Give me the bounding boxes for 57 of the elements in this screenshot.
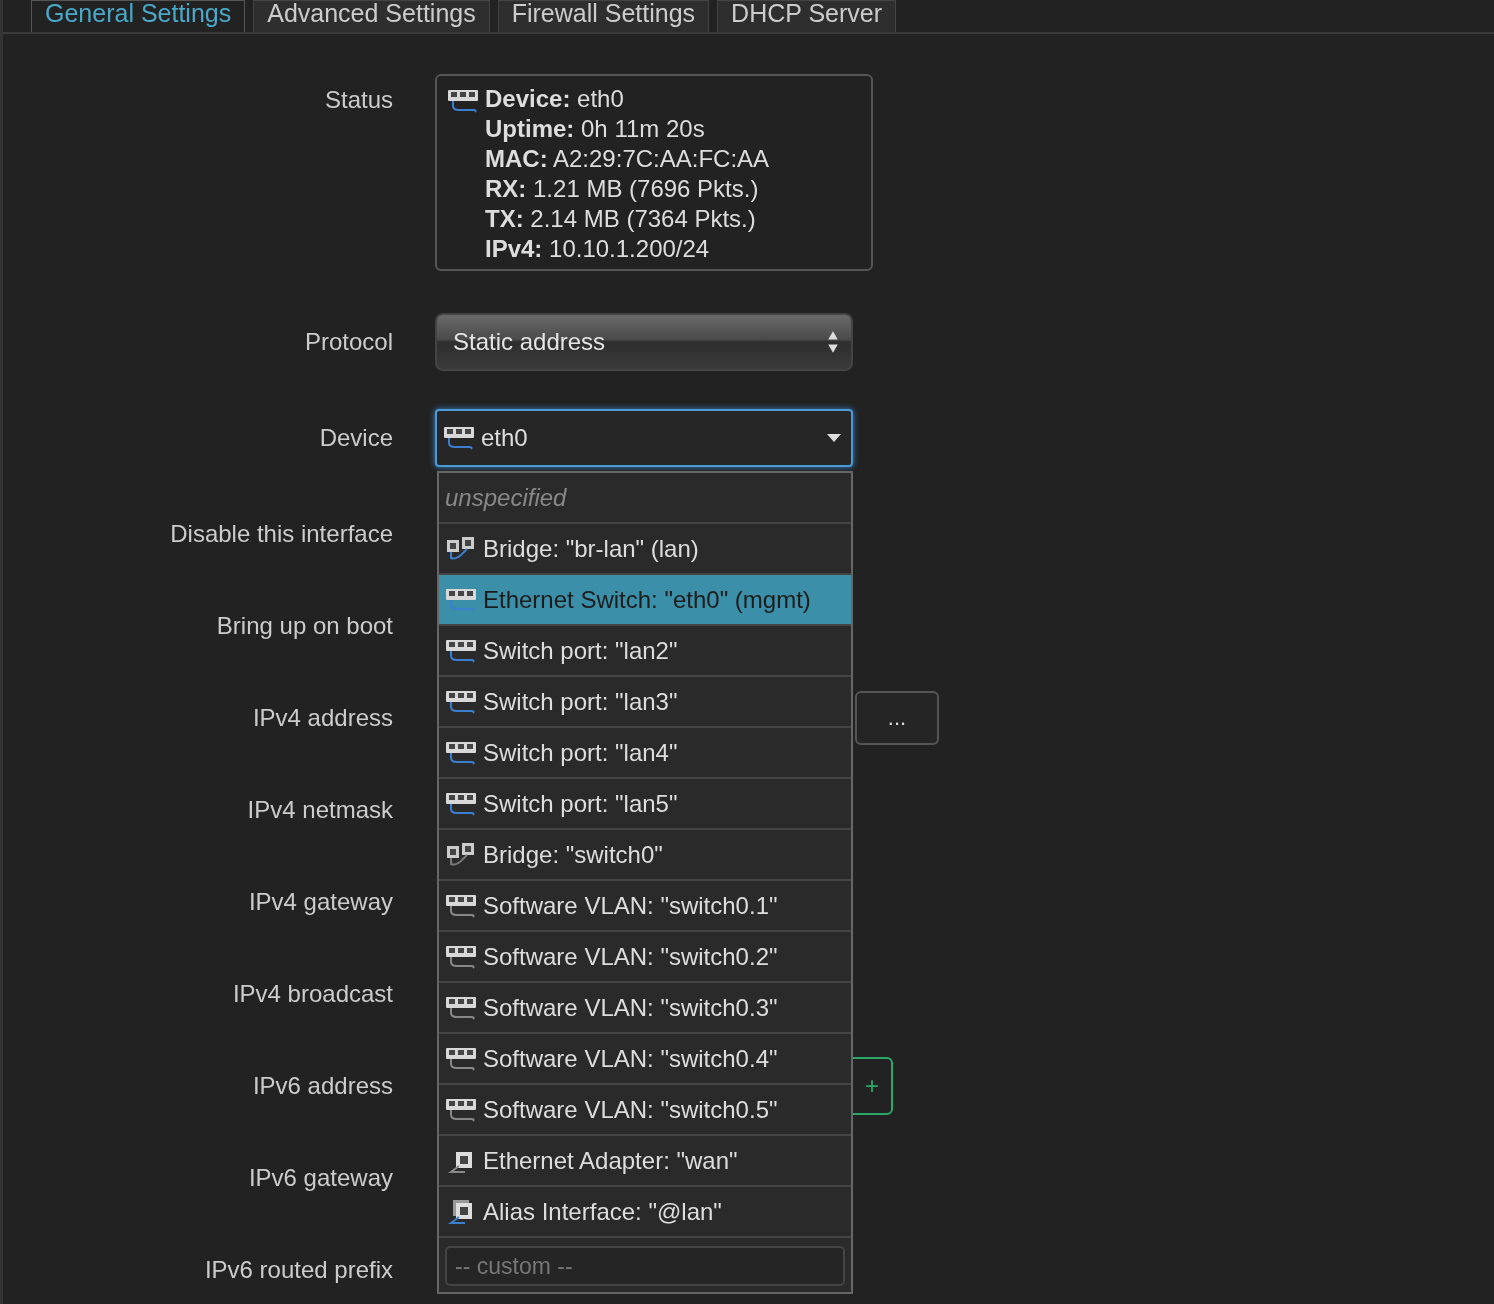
field-label: IPv4 address — [251, 704, 393, 732]
field-label: Bring up on boot — [215, 612, 393, 640]
field-label: IPv6 gateway — [247, 1164, 393, 1192]
protocol-select[interactable]: Static address — [435, 313, 853, 371]
caret-icon — [827, 434, 841, 442]
status-line: Device: eth0 — [485, 84, 625, 114]
status-line: MAC: A2:29:7C:AA:FC:AA — [485, 144, 770, 174]
tab[interactable]: General Settings — [31, 0, 246, 32]
custom-input-field[interactable]: -- custom -- — [445, 1246, 845, 1286]
network-switch-icon — [445, 943, 477, 970]
network-switch-icon — [445, 790, 477, 817]
status-line: TX: 2.14 MB (7364 Pkts.) — [485, 204, 757, 234]
network-switch-icon — [445, 1045, 477, 1072]
bridge-ports-icon — [445, 841, 477, 868]
field-label: IPv6 routed prefix — [203, 1256, 393, 1284]
field-label: IPv4 broadcast — [231, 980, 393, 1008]
dropdown-option[interactable]: Software VLAN: "switch0.3" — [439, 983, 851, 1034]
network-switch-icon — [445, 688, 477, 715]
tab[interactable]: Advanced Settings — [253, 0, 490, 32]
more-button[interactable]: ... — [855, 691, 939, 745]
network-switch-icon — [445, 892, 477, 919]
dropdown-option[interactable]: Bridge: "switch0" — [439, 830, 851, 881]
dropdown-option[interactable]: Software VLAN: "switch0.1" — [439, 881, 851, 932]
up-down-arrows-icon — [827, 330, 839, 354]
field-label: Disable this interface — [169, 520, 393, 548]
field-label: IPv4 gateway — [247, 888, 393, 916]
add-button[interactable]: + — [851, 1057, 893, 1115]
field-label: IPv4 netmask — [246, 796, 393, 824]
dropdown-option[interactable]: Switch port: "lan5" — [439, 779, 851, 830]
dropdown-option[interactable]: unspecified — [439, 473, 851, 524]
dropdown-option[interactable]: Software VLAN: "switch0.4" — [439, 1034, 851, 1085]
dropdown-option[interactable]: Switch port: "lan4" — [439, 728, 851, 779]
field-label: IPv6 address — [251, 1072, 393, 1100]
field-label: Status — [323, 85, 393, 114]
device-select[interactable]: eth0 — [435, 409, 853, 467]
dropdown-option[interactable]: Ethernet Switch: "eth0" (mgmt) — [439, 575, 851, 626]
dropdown-option[interactable]: Switch port: "lan2" — [439, 626, 851, 677]
network-switch-icon — [445, 1096, 477, 1123]
dropdown-option[interactable]: Switch port: "lan3" — [439, 677, 851, 728]
network-switch-icon — [445, 994, 477, 1021]
status-line: RX: 1.21 MB (7696 Pkts.) — [485, 174, 760, 204]
bridge-ports-icon — [445, 535, 477, 562]
status-line: Uptime: 0h 11m 20s — [485, 114, 706, 144]
status-line: IPv4: 10.10.1.200/24 — [485, 234, 711, 264]
dropdown-option[interactable]: Software VLAN: "switch0.2" — [439, 932, 851, 983]
network-switch-icon — [445, 739, 477, 766]
field-label: Device — [318, 424, 393, 452]
tab[interactable]: Firewall Settings — [497, 0, 710, 32]
network-switch-icon — [447, 88, 479, 114]
field-label: Protocol — [303, 328, 393, 356]
tab[interactable]: DHCP Server — [717, 0, 897, 32]
network-switch-icon — [445, 637, 477, 664]
network-switch-icon — [445, 586, 477, 613]
dropdown-option[interactable]: Software VLAN: "switch0.5" — [439, 1085, 851, 1136]
dropdown-option[interactable]: Ethernet Adapter: "wan" — [439, 1136, 851, 1187]
dropdown-option[interactable]: Alias Interface: "@lan" — [439, 1187, 851, 1238]
network-switch-icon — [443, 425, 475, 451]
